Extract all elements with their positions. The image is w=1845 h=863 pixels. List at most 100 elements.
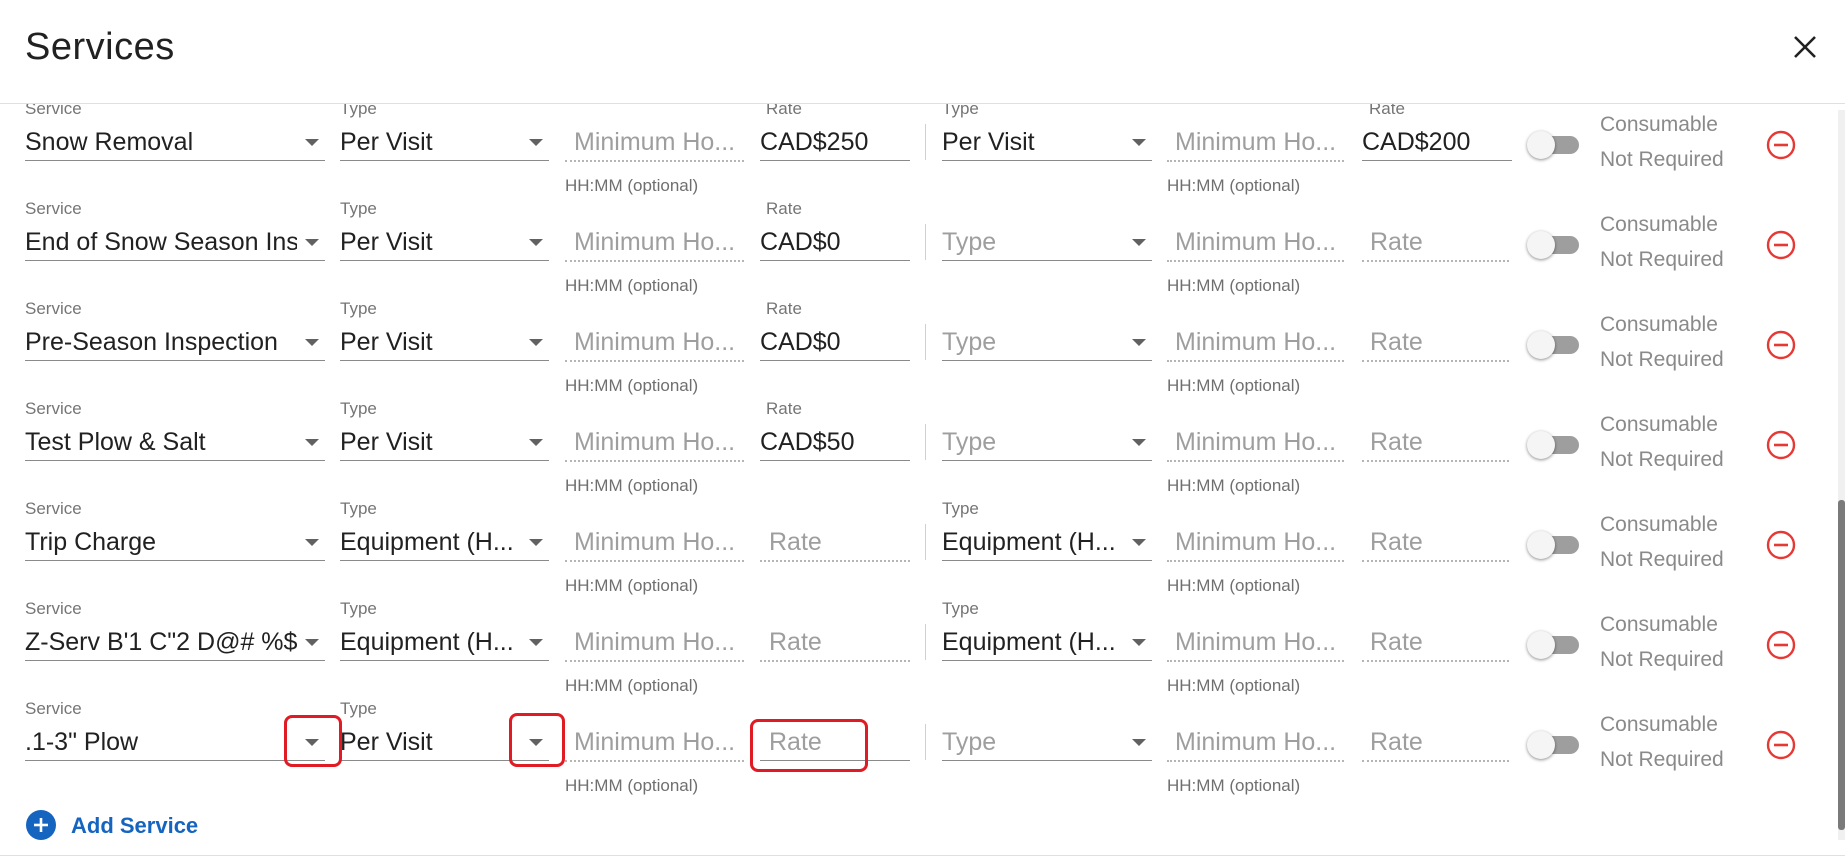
- minimum-hours-input[interactable]: Minimum Ho...: [1167, 224, 1344, 262]
- type-label: Type: [942, 499, 979, 518]
- service-select[interactable]: .1-3" Plow: [25, 724, 325, 761]
- minimum-hours-input[interactable]: Minimum Ho...: [565, 524, 744, 562]
- chevron-down-icon[interactable]: [529, 439, 543, 446]
- chevron-down-icon[interactable]: [529, 639, 543, 646]
- rate-input[interactable]: CAD$0: [760, 324, 910, 361]
- type-select[interactable]: Equipment (H...: [942, 524, 1152, 561]
- divider: [0, 855, 1845, 856]
- type-select[interactable]: Per Visit: [340, 324, 549, 361]
- consumable-toggle[interactable]: [1527, 326, 1583, 362]
- chevron-down-icon[interactable]: [1132, 339, 1146, 346]
- consumable-toggle[interactable]: [1527, 426, 1583, 462]
- rate-input[interactable]: CAD$50: [760, 424, 910, 461]
- chevron-down-icon[interactable]: [1132, 739, 1146, 746]
- hours-hint: HH:MM (optional): [565, 276, 699, 295]
- chevron-down-icon[interactable]: [529, 539, 543, 546]
- type-select[interactable]: Per Visit: [340, 424, 549, 461]
- minimum-hours-input[interactable]: Minimum Ho...: [565, 424, 744, 462]
- hours-hint: HH:MM (optional): [565, 776, 699, 795]
- chevron-down-icon[interactable]: [305, 539, 319, 546]
- remove-circle-icon[interactable]: [1766, 630, 1796, 660]
- minimum-hours-input[interactable]: Minimum Ho...: [565, 224, 744, 262]
- remove-circle-icon[interactable]: [1766, 730, 1796, 760]
- minimum-hours-input[interactable]: Minimum Ho...: [565, 324, 744, 362]
- consumable-toggle[interactable]: [1527, 126, 1583, 162]
- type-select[interactable]: Per Visit: [340, 224, 549, 261]
- rate-label: Rate: [766, 104, 802, 118]
- minimum-hours-input[interactable]: Minimum Ho...: [1167, 724, 1344, 762]
- type-select[interactable]: Equipment (H...: [340, 624, 549, 661]
- chevron-down-icon[interactable]: [1132, 439, 1146, 446]
- rate-input[interactable]: Rate: [1362, 324, 1509, 362]
- minimum-hours-input[interactable]: Minimum Ho...: [565, 124, 744, 162]
- consumable-toggle[interactable]: [1527, 526, 1583, 562]
- chevron-down-icon[interactable]: [529, 139, 543, 146]
- type-select[interactable]: Per Visit: [942, 124, 1152, 161]
- type-select[interactable]: Per Visit: [340, 124, 549, 161]
- scrollbar-thumb[interactable]: [1838, 500, 1845, 830]
- chevron-down-icon[interactable]: [305, 639, 319, 646]
- chevron-down-icon[interactable]: [305, 739, 319, 746]
- rate-input[interactable]: Rate: [760, 524, 910, 562]
- remove-circle-icon[interactable]: [1766, 430, 1796, 460]
- consumable-toggle[interactable]: [1527, 726, 1583, 762]
- chevron-down-icon[interactable]: [1132, 639, 1146, 646]
- chevron-down-icon[interactable]: [1132, 239, 1146, 246]
- type-select[interactable]: Type: [942, 724, 1152, 761]
- service-select[interactable]: Snow Removal: [25, 124, 325, 161]
- service-select[interactable]: Pre-Season Inspection: [25, 324, 325, 361]
- rate-input[interactable]: CAD$250: [760, 124, 910, 161]
- type-select[interactable]: Equipment (H...: [942, 624, 1152, 661]
- rate-input[interactable]: Rate: [760, 724, 910, 761]
- rate-input[interactable]: Rate: [1362, 624, 1509, 662]
- chevron-down-icon[interactable]: [305, 139, 319, 146]
- chevron-down-icon[interactable]: [1132, 139, 1146, 146]
- remove-circle-icon[interactable]: [1766, 530, 1796, 560]
- chevron-down-icon[interactable]: [305, 339, 319, 346]
- services-list: Service Snow Removal Type Per Visit Minimum …: [0, 104, 1845, 859]
- type-select[interactable]: Type: [942, 224, 1152, 261]
- chevron-down-icon[interactable]: [305, 439, 319, 446]
- service-value: Test Plow & Salt: [25, 428, 206, 456]
- hours-hint: HH:MM (optional): [565, 376, 699, 395]
- chevron-down-icon[interactable]: [529, 239, 543, 246]
- service-select[interactable]: End of Snow Season Insp: [25, 224, 325, 261]
- service-select[interactable]: Test Plow & Salt: [25, 424, 325, 461]
- minimum-hours-input[interactable]: Minimum Ho...: [1167, 124, 1344, 162]
- consumable-toggle[interactable]: [1527, 226, 1583, 262]
- rate-input[interactable]: Rate: [760, 624, 910, 662]
- consumable-label: Consumable: [1600, 113, 1718, 136]
- remove-circle-icon[interactable]: [1766, 330, 1796, 360]
- minimum-hours-input[interactable]: Minimum Ho...: [1167, 324, 1344, 362]
- remove-circle-icon[interactable]: [1766, 130, 1796, 160]
- chevron-down-icon[interactable]: [529, 739, 543, 746]
- type-select[interactable]: Type: [942, 324, 1152, 361]
- minimum-hours-input[interactable]: Minimum Ho...: [1167, 624, 1344, 662]
- type-select[interactable]: Type: [942, 424, 1152, 461]
- type-label: Type: [942, 599, 979, 618]
- close-icon[interactable]: [1790, 32, 1820, 62]
- service-select[interactable]: Z-Serv B'1 C"2 D@# %$: [25, 624, 325, 661]
- rate-input[interactable]: CAD$200: [1362, 124, 1512, 161]
- rate-value: CAD$50: [760, 428, 855, 456]
- rate-input[interactable]: Rate: [1362, 424, 1509, 462]
- chevron-down-icon[interactable]: [529, 339, 543, 346]
- hours-hint: HH:MM (optional): [1167, 176, 1301, 195]
- chevron-down-icon[interactable]: [1132, 539, 1146, 546]
- minimum-hours-input[interactable]: Minimum Ho...: [1167, 524, 1344, 562]
- rate-input[interactable]: Rate: [1362, 524, 1509, 562]
- minimum-hours-input[interactable]: Minimum Ho...: [565, 624, 744, 662]
- toggle-knob: [1527, 631, 1555, 659]
- chevron-down-icon[interactable]: [305, 239, 319, 246]
- service-select[interactable]: Trip Charge: [25, 524, 325, 561]
- rate-input[interactable]: Rate: [1362, 724, 1509, 762]
- rate-input[interactable]: Rate: [1362, 224, 1509, 262]
- type-select[interactable]: Per Visit: [340, 724, 549, 761]
- minimum-hours-input[interactable]: Minimum Ho...: [565, 724, 744, 762]
- consumable-toggle[interactable]: [1527, 626, 1583, 662]
- type-select[interactable]: Equipment (H...: [340, 524, 549, 561]
- minimum-hours-input[interactable]: Minimum Ho...: [1167, 424, 1344, 462]
- rate-input[interactable]: CAD$0: [760, 224, 910, 261]
- type-label: Type: [340, 699, 377, 718]
- remove-circle-icon[interactable]: [1766, 230, 1796, 260]
